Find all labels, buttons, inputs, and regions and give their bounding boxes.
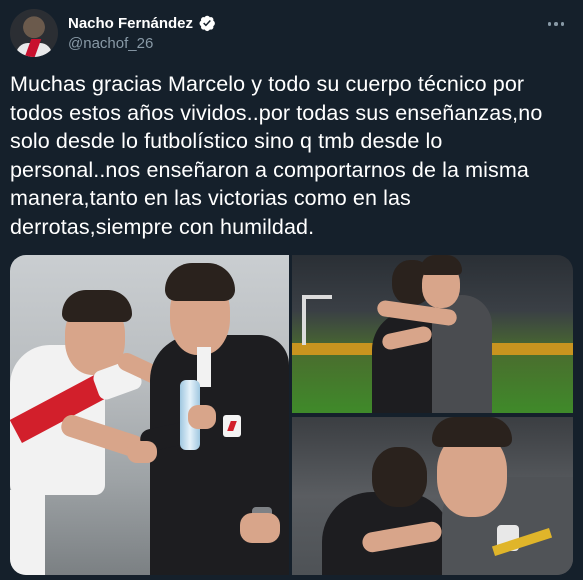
photo-handshake[interactable] — [10, 255, 289, 575]
avatar[interactable] — [10, 9, 58, 57]
photo-embrace-closeup[interactable] — [292, 417, 573, 575]
tweet-text: Muchas gracias Marcelo y todo su cuerpo … — [10, 72, 543, 239]
photo-embrace-pitch[interactable] — [292, 255, 573, 413]
tweet-media-grid[interactable] — [10, 255, 573, 575]
tweet-card: Nacho Fernández @nachof_26 Muchas gracia… — [0, 0, 583, 580]
author-handle[interactable]: @nachof_26 — [68, 35, 153, 52]
author-name-row: Nacho Fernández — [68, 14, 216, 32]
author-display-name[interactable]: Nacho Fernández — [68, 15, 193, 32]
verified-badge-icon — [198, 14, 216, 32]
more-options-icon[interactable] — [541, 12, 571, 36]
